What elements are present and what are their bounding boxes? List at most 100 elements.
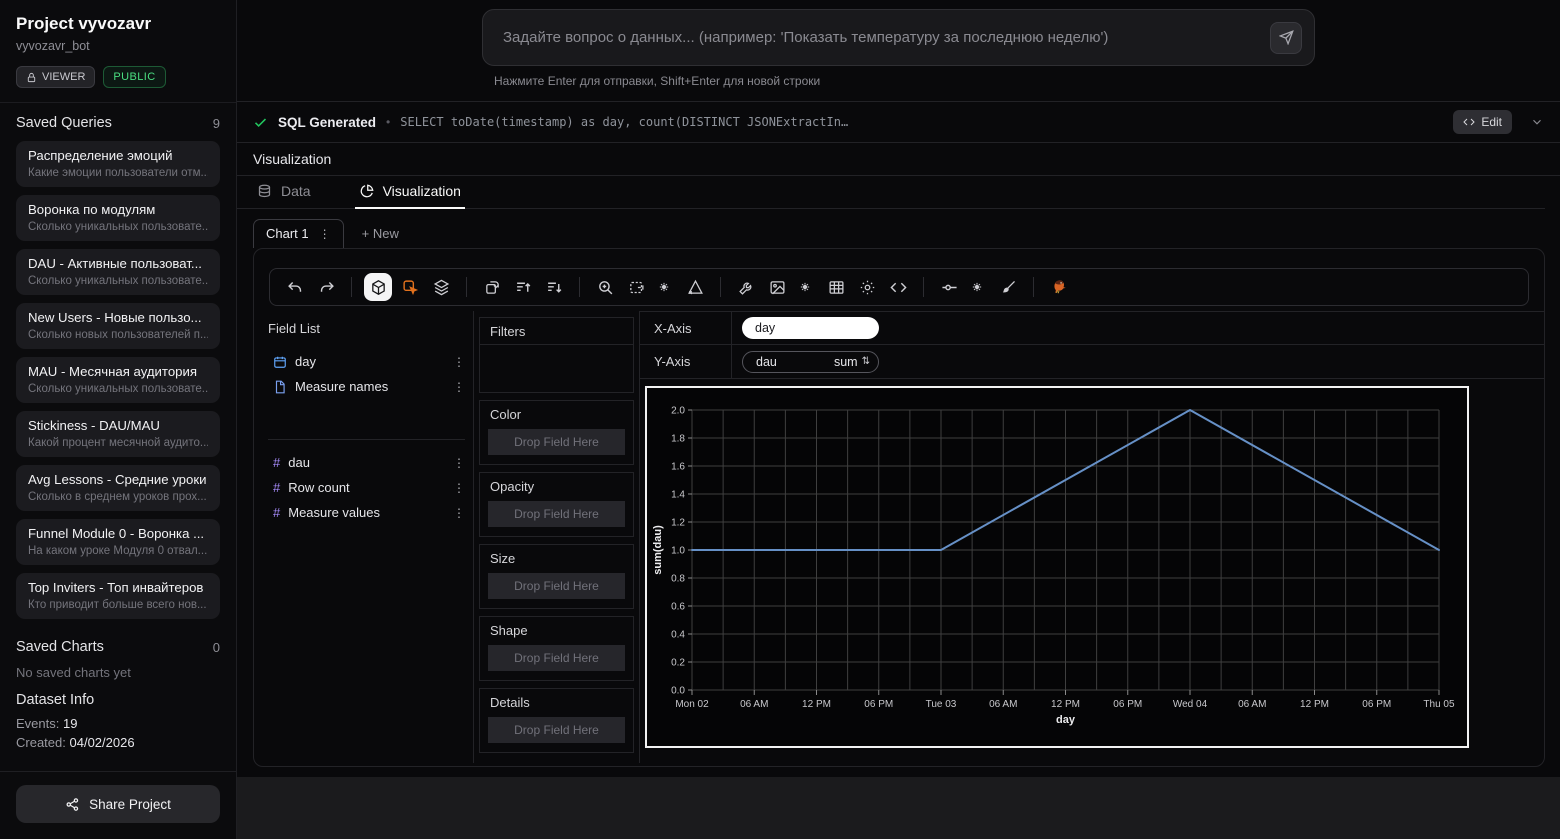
toolbar-divider (579, 277, 580, 297)
export-image-icon[interactable] (764, 274, 790, 300)
drop-zone[interactable]: Drop Field Here (488, 645, 625, 671)
saved-query-title: DAU - Активные пользоват... (28, 256, 208, 272)
settings-gear-icon[interactable] (854, 274, 880, 300)
axes-resize-settings-icon[interactable] (651, 274, 677, 300)
y-axis-field-pill[interactable]: dau sum ⇅ (742, 351, 879, 373)
chart-tab-1[interactable]: Chart 1 ⋮ (253, 219, 344, 248)
field-menu-icon[interactable]: ⋮ (453, 482, 465, 494)
axes-resize-icon[interactable] (623, 274, 649, 300)
svg-text:0.6: 0.6 (671, 602, 685, 613)
measure-fields: #dau⋮#Row count⋮#Measure values⋮ (268, 450, 465, 525)
filters-drop-area[interactable] (480, 344, 633, 392)
send-icon (1279, 30, 1294, 45)
svg-text:1.4: 1.4 (671, 490, 685, 501)
sql-edit-button[interactable]: Edit (1453, 110, 1512, 134)
limit-settings-icon[interactable] (964, 274, 990, 300)
chart-tab-label: Chart 1 (266, 226, 309, 241)
saved-query-item[interactable]: Stickiness - DAU/MAUКакой процент месячн… (16, 411, 220, 457)
tab-data[interactable]: Data (253, 183, 315, 208)
drop-zone[interactable]: Drop Field Here (488, 501, 625, 527)
redo-icon[interactable] (313, 274, 339, 300)
field-list-title: Field List (268, 321, 465, 336)
field-item[interactable]: #Row count⋮ (268, 475, 465, 500)
tools-wrench-icon[interactable] (733, 274, 759, 300)
field-item[interactable]: #dau⋮ (268, 450, 465, 475)
send-button[interactable] (1270, 22, 1302, 54)
code-icon (1463, 116, 1475, 128)
drop-zone[interactable]: Drop Field Here (488, 429, 625, 455)
saved-queries-list: Распределение эмоцийКакие эмоции пользов… (0, 141, 236, 627)
field-item[interactable]: #Measure values⋮ (268, 500, 465, 525)
line-chart: 0.00.20.40.60.81.01.21.41.61.82.0Mon 020… (647, 388, 1467, 746)
layers-icon[interactable] (428, 274, 454, 300)
undo-icon[interactable] (282, 274, 308, 300)
tab-visualization[interactable]: Visualization (355, 183, 465, 209)
sql-preview-text: SELECT toDate(timestamp) as day, count(D… (400, 115, 1443, 129)
filters-label: Filters (480, 318, 633, 344)
saved-query-item[interactable]: Распределение эмоцийКакие эмоции пользов… (16, 141, 220, 187)
new-chart-button[interactable]: + New (362, 226, 399, 248)
aggregation-select[interactable]: sum ⇅ (834, 355, 870, 369)
saved-query-title: Воронка по модулям (28, 202, 208, 218)
saved-queries-title: Saved Queries (16, 115, 112, 131)
saved-query-item[interactable]: MAU - Месячная аудиторияСколько уникальн… (16, 357, 220, 403)
chevron-down-icon[interactable] (1530, 115, 1544, 129)
field-menu-icon[interactable]: ⋮ (453, 356, 465, 368)
tab-data-label: Data (281, 183, 311, 199)
x-axis-label: X-Axis (640, 312, 732, 344)
aggregation-cube-icon[interactable] (364, 273, 392, 301)
share-project-button[interactable]: Share Project (16, 785, 220, 823)
saved-query-item[interactable]: Top Inviters - Топ инвайтеровКто приводи… (16, 573, 220, 619)
saved-queries-count: 9 (213, 116, 220, 131)
sort-descending-icon[interactable] (541, 274, 567, 300)
hash-icon: # (273, 504, 280, 522)
filters-section: Filters (479, 317, 634, 393)
transpose-icon[interactable] (479, 274, 505, 300)
field-menu-icon[interactable]: ⋮ (453, 381, 465, 393)
saved-query-item[interactable]: New Users - Новые пользо...Сколько новых… (16, 303, 220, 349)
field-menu-icon[interactable]: ⋮ (453, 507, 465, 519)
saved-query-title: Top Inviters - Топ инвайтеров (28, 580, 208, 596)
field-menu-icon[interactable]: ⋮ (453, 457, 465, 469)
question-placeholder: Задайте вопрос о данных... (например: 'П… (503, 29, 1270, 46)
saved-query-desc: Сколько уникальных пользовате... (28, 274, 208, 288)
database-icon (257, 184, 272, 199)
saved-query-item[interactable]: Funnel Module 0 - Воронка ...На каком ур… (16, 519, 220, 565)
field-item[interactable]: Measure names⋮ (268, 374, 465, 399)
channels-panel: Filters ColorDrop Field HereOpacityDrop … (474, 311, 640, 763)
field-list-panel: Field List day⋮Measure names⋮ #dau⋮#Row … (254, 311, 474, 763)
y-axis-row: Y-Axis dau sum ⇅ (640, 345, 1544, 379)
channel-label: Shape (480, 617, 633, 643)
chart-tab-menu-icon[interactable]: ⋮ (319, 228, 331, 240)
sort-ascending-icon[interactable] (510, 274, 536, 300)
field-name: day (295, 354, 445, 369)
project-header: Project vyvozavr vyvozavr_bot VIEWER PUB… (0, 0, 236, 88)
mark-type-icon[interactable] (397, 274, 423, 300)
brand-bird-icon[interactable] (1046, 274, 1072, 300)
question-input[interactable]: Задайте вопрос о данных... (например: 'П… (482, 9, 1315, 66)
updown-chevrons-icon: ⇅ (862, 356, 870, 367)
toolbar-divider (351, 277, 352, 297)
field-item[interactable]: day ⋮ (268, 349, 465, 374)
export-image-settings-icon[interactable] (792, 274, 818, 300)
svg-text:1.0: 1.0 (671, 546, 685, 557)
channel-label: Details (480, 689, 633, 715)
export-code-icon[interactable] (885, 274, 911, 300)
painter-brush-icon[interactable] (995, 274, 1021, 300)
svg-text:0.0: 0.0 (671, 686, 685, 697)
saved-query-item[interactable]: Воронка по модулямСколько уникальных пол… (16, 195, 220, 241)
zoom-in-icon[interactable] (592, 274, 618, 300)
drop-zone[interactable]: Drop Field Here (488, 573, 625, 599)
saved-query-item[interactable]: Avg Lessons - Средние урокиСколько в сре… (16, 465, 220, 511)
main-content: Задайте вопрос о данных... (например: 'П… (237, 0, 1560, 777)
saved-query-item[interactable]: DAU - Активные пользоват... Сколько уника… (16, 249, 220, 295)
saved-query-title: New Users - Новые пользо... (28, 310, 208, 326)
label-overlap-icon[interactable] (682, 274, 708, 300)
x-axis-field-pill[interactable]: day (742, 317, 879, 339)
limit-icon[interactable] (936, 274, 962, 300)
saved-query-desc: Какие эмоции пользователи отм... (28, 166, 208, 180)
channel-section-details: DetailsDrop Field Here (479, 688, 634, 753)
drop-zone[interactable]: Drop Field Here (488, 717, 625, 743)
svg-text:06 AM: 06 AM (989, 699, 1017, 710)
table-view-icon[interactable] (823, 274, 849, 300)
